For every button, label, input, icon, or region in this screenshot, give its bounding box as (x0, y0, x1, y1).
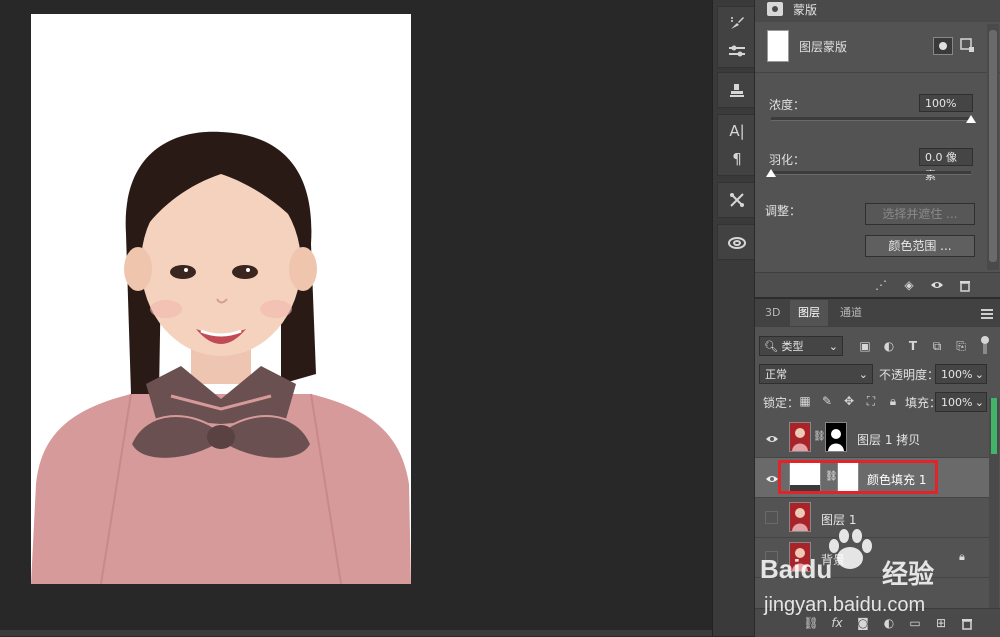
chevron-down-icon: ⌄ (974, 396, 984, 409)
layer-filter-select[interactable]: 🔍︎ 类型 ⌄ (759, 336, 843, 356)
filter-type-icon[interactable]: T (905, 338, 921, 354)
load-selection-icon[interactable]: ⋰ (873, 277, 889, 293)
feather-slider-knob[interactable] (766, 169, 776, 177)
delete-mask-icon[interactable] (957, 277, 973, 293)
blend-mode-select[interactable]: 正常 ⌄ (759, 364, 873, 384)
properties-scrollbar[interactable] (987, 24, 999, 270)
filter-adjustment-icon[interactable]: ◐ (881, 338, 897, 354)
opacity-field[interactable]: 100% ⌄ (935, 364, 987, 384)
lock-image-pixels-icon[interactable]: ✎ (819, 393, 835, 409)
panel-menu-icon[interactable] (981, 308, 993, 319)
chevron-down-icon: ⌄ (858, 368, 868, 381)
density-label: 浓度： (769, 98, 806, 112)
select-and-mask-button[interactable]: 选择并遮住 ... (865, 203, 975, 225)
visibility-eye-icon[interactable] (929, 277, 945, 293)
character-panel-icon[interactable]: A| (718, 119, 756, 143)
adjustments-sliders-icon[interactable] (718, 39, 756, 63)
tool-group-brushes (717, 6, 757, 68)
document-canvas[interactable] (0, 0, 698, 636)
baidu-jingyan-watermark: Baidu 经验 jingyan.baidu.com (760, 520, 1000, 636)
paths-icon[interactable] (718, 188, 756, 212)
lock-label: 锁定： (763, 396, 800, 410)
filter-pixel-icon[interactable]: ▣ (857, 338, 873, 354)
apply-mask-icon[interactable]: ◈ (901, 277, 917, 293)
eye-icon[interactable] (765, 473, 779, 483)
watermark-brand: Baidu (760, 554, 833, 584)
layer-row-selected[interactable]: ⛓ 颜色填充 1 (755, 458, 989, 498)
lock-artboard-icon[interactable]: ⛶ (863, 393, 879, 409)
clone-source-icon[interactable] (718, 78, 756, 102)
watermark-url: jingyan.baidu.com (764, 594, 926, 616)
pixel-mask-icon[interactable] (933, 37, 953, 55)
tool-group-libraries (717, 224, 757, 260)
density-field[interactable]: 100% (919, 94, 973, 112)
tab-layers[interactable]: 图层 (790, 300, 828, 326)
tool-group-type: A| ¶ (717, 114, 757, 176)
filter-shape-icon[interactable]: ⧉ (929, 338, 945, 354)
tool-group-clone (717, 72, 757, 108)
feather-label: 羽化： (769, 153, 806, 167)
watermark-brand-cn: 经验 (882, 560, 935, 590)
opacity-value: 100% (941, 368, 973, 381)
mask-thumbnail (767, 30, 789, 62)
portrait-photo (31, 14, 411, 584)
properties-header: 蒙版 (755, 0, 1000, 22)
highlight-box (778, 460, 938, 494)
tab-3d[interactable]: 3D (757, 300, 788, 326)
blend-mode-value: 正常 (765, 368, 787, 381)
mask-icon (767, 2, 783, 16)
adjust-label: 调整： (765, 204, 802, 218)
layer-thumbnail (789, 422, 811, 452)
color-range-button[interactable]: 颜色范围 ... (865, 235, 975, 257)
vector-mask-icon[interactable] (959, 37, 975, 53)
feather-slider[interactable] (771, 171, 971, 175)
opacity-label: 不透明度： (879, 368, 940, 382)
properties-footer: ⋰ ◈ (755, 272, 1000, 297)
chevron-down-icon: ⌄ (974, 368, 984, 381)
layer-row[interactable]: ⛓ 图层 1 拷贝 (755, 418, 989, 458)
density-slider-knob[interactable] (966, 115, 976, 123)
filter-smart-object-icon[interactable]: ⎘ (953, 338, 969, 354)
search-icon: 🔍︎ (764, 340, 778, 353)
lock-all-icon[interactable]: 🔒︎ (885, 393, 901, 409)
link-icon[interactable]: ⛓ (813, 431, 826, 442)
paragraph-panel-icon[interactable]: ¶ (718, 147, 756, 171)
properties-title: 蒙版 (793, 3, 818, 17)
tab-channels[interactable]: 通道 (832, 300, 870, 326)
chevron-down-icon: ⌄ (828, 340, 838, 353)
lock-transparent-pixels-icon[interactable]: ▦ (797, 393, 813, 409)
photo-document[interactable] (31, 14, 411, 584)
lock-position-icon[interactable]: ✥ (841, 393, 857, 409)
creative-cloud-libraries-icon[interactable] (718, 230, 756, 254)
fill-field[interactable]: 100% ⌄ (935, 392, 987, 412)
fill-value: 100% (941, 396, 973, 409)
filter-kind-label: 类型 (781, 340, 804, 353)
feather-field[interactable]: 0.0 像素 (919, 148, 973, 182)
layer-name: 图层 1 拷贝 (857, 433, 921, 447)
layer-mask-thumbnail (825, 422, 847, 452)
mask-type-label: 图层蒙版 (799, 40, 848, 54)
density-slider[interactable] (771, 117, 971, 121)
filter-toggle-icon[interactable] (981, 336, 989, 356)
tool-group-paths (717, 182, 757, 218)
canvas-status-strip (0, 630, 712, 636)
eye-icon[interactable] (765, 433, 779, 443)
brush-settings-icon[interactable] (718, 11, 756, 35)
